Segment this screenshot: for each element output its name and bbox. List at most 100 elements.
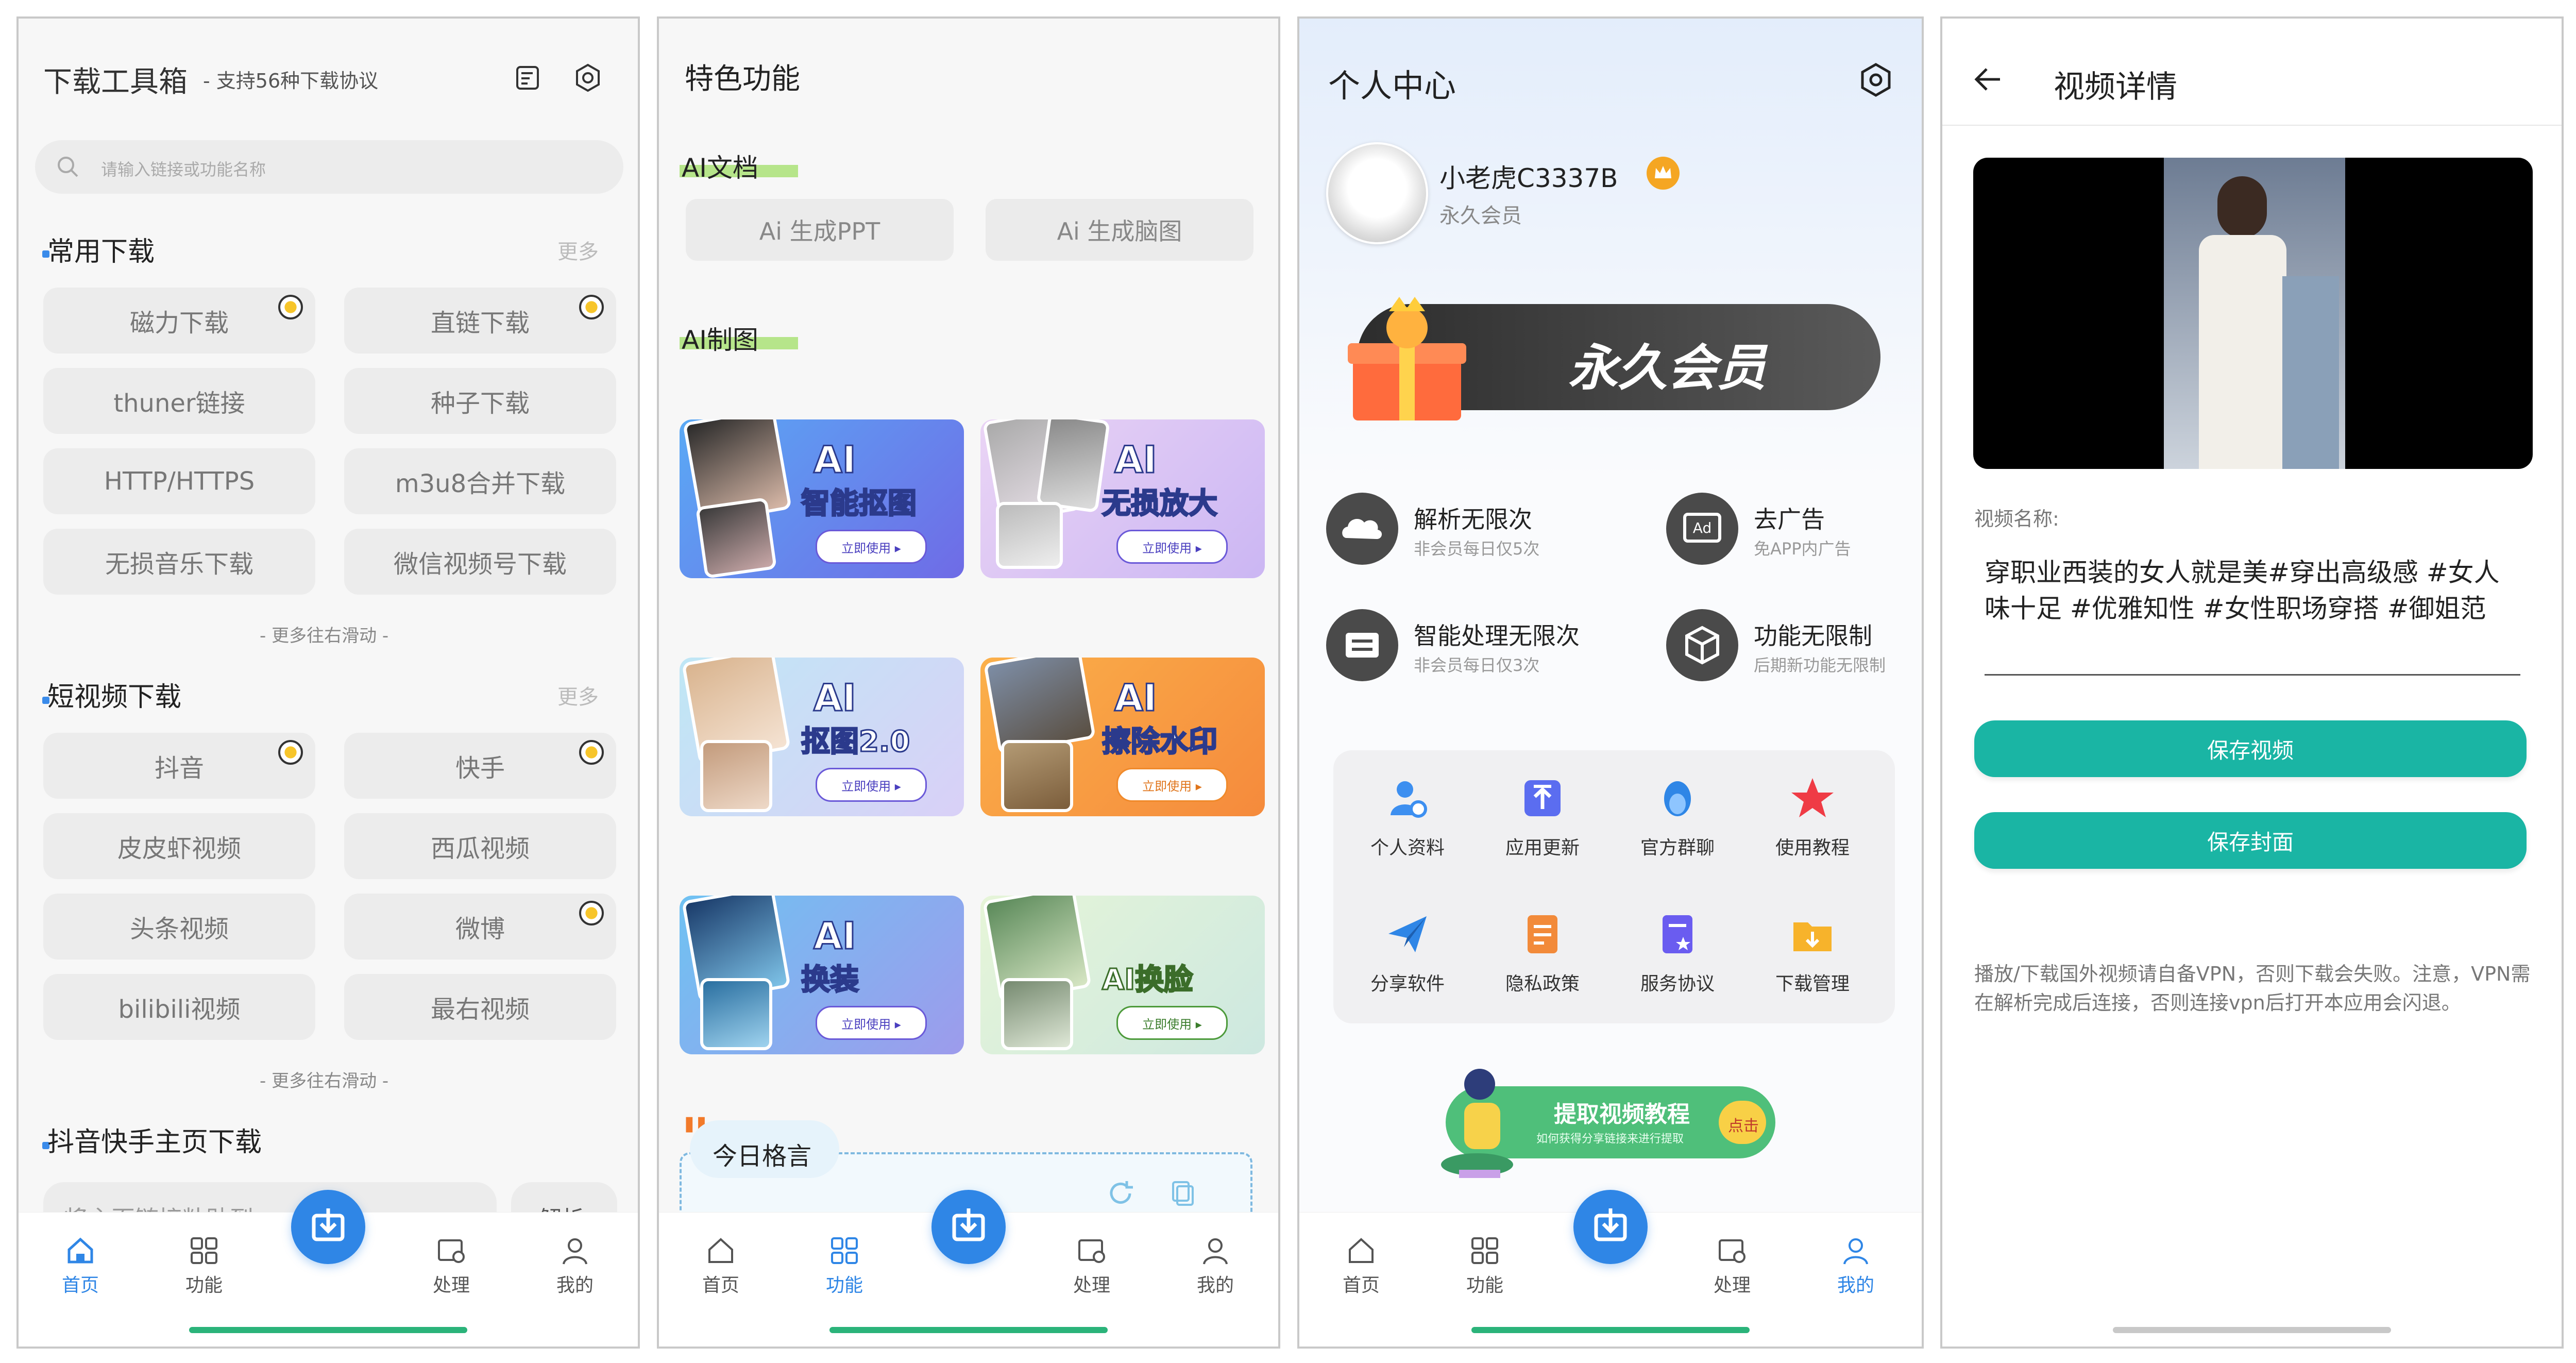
ai-card-upscale[interactable]: AI 无损放大 立即使用 ▸ xyxy=(980,419,1265,578)
download-icon xyxy=(312,1208,345,1241)
card-title: AI xyxy=(1114,437,1158,482)
tool-kuaishou[interactable]: 快手 xyxy=(344,733,616,799)
copy-icon[interactable] xyxy=(1169,1179,1198,1208)
ai-card-watermark[interactable]: AI 擦除水印 立即使用 ▸ xyxy=(980,658,1265,816)
tool-label: 皮皮虾视频 xyxy=(117,834,241,863)
nav-functions[interactable]: 功能 xyxy=(1454,1235,1516,1297)
edit-icon[interactable] xyxy=(514,64,542,92)
person-reading-illustration xyxy=(1438,1062,1516,1185)
ai-card-cutout[interactable]: AI 智能抠图 立即使用 ▸ xyxy=(680,419,964,578)
menu-tutorial[interactable]: 使用教程 xyxy=(1745,775,1879,860)
save-video-button[interactable]: 保存视频 xyxy=(1974,720,2527,777)
document-icon xyxy=(1519,911,1566,957)
download-icon xyxy=(1594,1208,1627,1241)
tool-bilibili[interactable]: bilibili视频 xyxy=(43,974,315,1040)
back-arrow-icon[interactable] xyxy=(1971,63,2004,96)
search-bar[interactable]: 请输入链接或功能名称 xyxy=(35,140,623,194)
menu-downloads[interactable]: 下载管理 xyxy=(1745,911,1879,996)
tool-lossless-music[interactable]: 无损音乐下载 xyxy=(43,529,315,595)
card-image xyxy=(700,740,772,812)
avatar[interactable] xyxy=(1326,142,1428,244)
menu-service[interactable]: 服务协议 xyxy=(1611,911,1744,996)
tool-m3u8[interactable]: m3u8合并下载 xyxy=(344,448,616,514)
nav-process[interactable]: 处理 xyxy=(1061,1235,1123,1297)
ai-ppt-button[interactable]: Ai 生成PPT xyxy=(686,199,954,261)
tool-http[interactable]: HTTP/HTTPS xyxy=(43,448,315,514)
username: 小老虎C3337B xyxy=(1439,163,1618,193)
nav-home[interactable]: 首页 xyxy=(49,1235,111,1297)
nav-mine[interactable]: 我的 xyxy=(1184,1235,1246,1297)
ai-card-cutout-v2[interactable]: AI 抠图2.0 立即使用 ▸ xyxy=(680,658,964,816)
tool-douyin[interactable]: 抖音 xyxy=(43,733,315,799)
use-now-button[interactable]: 立即使用 ▸ xyxy=(1116,530,1228,564)
tool-xigua[interactable]: 西瓜视频 xyxy=(344,813,616,879)
grid-icon xyxy=(189,1235,219,1266)
tool-label: 磁力下载 xyxy=(129,309,229,338)
tool-wechat-video[interactable]: 微信视频号下载 xyxy=(344,529,616,595)
refresh-icon[interactable] xyxy=(1106,1179,1135,1208)
home-indicator xyxy=(1471,1327,1750,1333)
menu-share[interactable]: 分享软件 xyxy=(1341,911,1475,996)
download-fab[interactable] xyxy=(1573,1190,1648,1264)
tool-zuiyou[interactable]: 最右视频 xyxy=(344,974,616,1040)
download-fab[interactable] xyxy=(291,1190,365,1264)
tutorial-cta[interactable]: 点击 xyxy=(1719,1101,1766,1144)
page-title: 视频详情 xyxy=(2054,69,2177,105)
tool-toutiao[interactable]: 头条视频 xyxy=(43,894,315,960)
nav-home[interactable]: 首页 xyxy=(1330,1235,1392,1297)
use-now-button[interactable]: 立即使用 ▸ xyxy=(1116,1006,1228,1040)
hot-badge-icon xyxy=(579,901,604,926)
settings-icon[interactable] xyxy=(573,63,603,93)
menu-group-chat[interactable]: 官方群聊 xyxy=(1611,775,1744,860)
tool-weibo[interactable]: 微博 xyxy=(344,894,616,960)
menu-profile[interactable]: 个人资料 xyxy=(1341,775,1475,860)
section-title-ai-draw: AI制图 xyxy=(682,325,758,355)
ai-card-faceswap[interactable]: AI换脸 立即使用 ▸ xyxy=(980,896,1265,1054)
crown-icon xyxy=(1647,157,1680,190)
process-icon xyxy=(436,1235,467,1266)
perk-title: 智能处理无限次 xyxy=(1414,622,1580,650)
home-indicator xyxy=(2113,1327,2391,1333)
more-link-short[interactable]: 更多 xyxy=(557,680,599,710)
menu-privacy[interactable]: 隐私政策 xyxy=(1476,911,1609,996)
use-now-button[interactable]: 立即使用 ▸ xyxy=(816,530,927,564)
cloud-icon xyxy=(1326,493,1398,565)
page-subtitle: - 支持56种下载协议 xyxy=(203,70,379,92)
nav-process[interactable]: 处理 xyxy=(1701,1235,1763,1297)
settings-icon[interactable] xyxy=(1858,62,1894,98)
video-name-field[interactable]: 穿职业西装的女人就是美#穿出高级感 #女人味十足 #优雅知性 #女性职场穿搭 #… xyxy=(1985,554,2520,627)
tool-pipixia[interactable]: 皮皮虾视频 xyxy=(43,813,315,879)
tool-torrent[interactable]: 种子下载 xyxy=(344,368,616,434)
card-subtitle: 擦除水印 xyxy=(1101,725,1218,760)
save-cover-button[interactable]: 保存封面 xyxy=(1974,812,2527,869)
nav-home[interactable]: 首页 xyxy=(690,1235,752,1297)
use-now-button[interactable]: 立即使用 ▸ xyxy=(1116,768,1228,802)
tool-magnet[interactable]: 磁力下载 xyxy=(43,288,315,354)
card-image xyxy=(700,978,772,1050)
ticket-icon xyxy=(1326,609,1398,681)
search-input[interactable]: 请输入链接或功能名称 xyxy=(101,157,266,180)
figure-head xyxy=(2217,176,2267,238)
nav-label: 首页 xyxy=(1342,1275,1380,1296)
nav-process[interactable]: 处理 xyxy=(420,1235,482,1297)
user-icon xyxy=(1200,1235,1231,1266)
nav-functions[interactable]: 功能 xyxy=(814,1235,875,1297)
ai-card-outfit[interactable]: AI 换装 立即使用 ▸ xyxy=(680,896,964,1054)
member-status: 永久会员 xyxy=(1439,204,1522,228)
menu-update[interactable]: 应用更新 xyxy=(1476,775,1609,860)
nav-mine[interactable]: 我的 xyxy=(1825,1235,1887,1297)
tool-label: 快手 xyxy=(455,754,505,783)
tool-label: 西瓜视频 xyxy=(430,834,530,863)
ai-mindmap-button[interactable]: Ai 生成脑图 xyxy=(986,199,1253,261)
download-fab[interactable] xyxy=(931,1190,1006,1264)
nav-mine[interactable]: 我的 xyxy=(544,1235,606,1297)
use-now-button[interactable]: 立即使用 ▸ xyxy=(816,1006,927,1040)
nav-functions[interactable]: 功能 xyxy=(173,1235,235,1297)
tool-thunder[interactable]: thuner链接 xyxy=(43,368,315,434)
video-player[interactable] xyxy=(1973,158,2533,469)
tool-direct-link[interactable]: 直链下载 xyxy=(344,288,616,354)
page-title: 特色功能 xyxy=(685,62,800,96)
use-now-button[interactable]: 立即使用 ▸ xyxy=(816,768,927,802)
hot-badge-icon xyxy=(278,295,303,319)
more-link-common[interactable]: 更多 xyxy=(557,235,599,265)
